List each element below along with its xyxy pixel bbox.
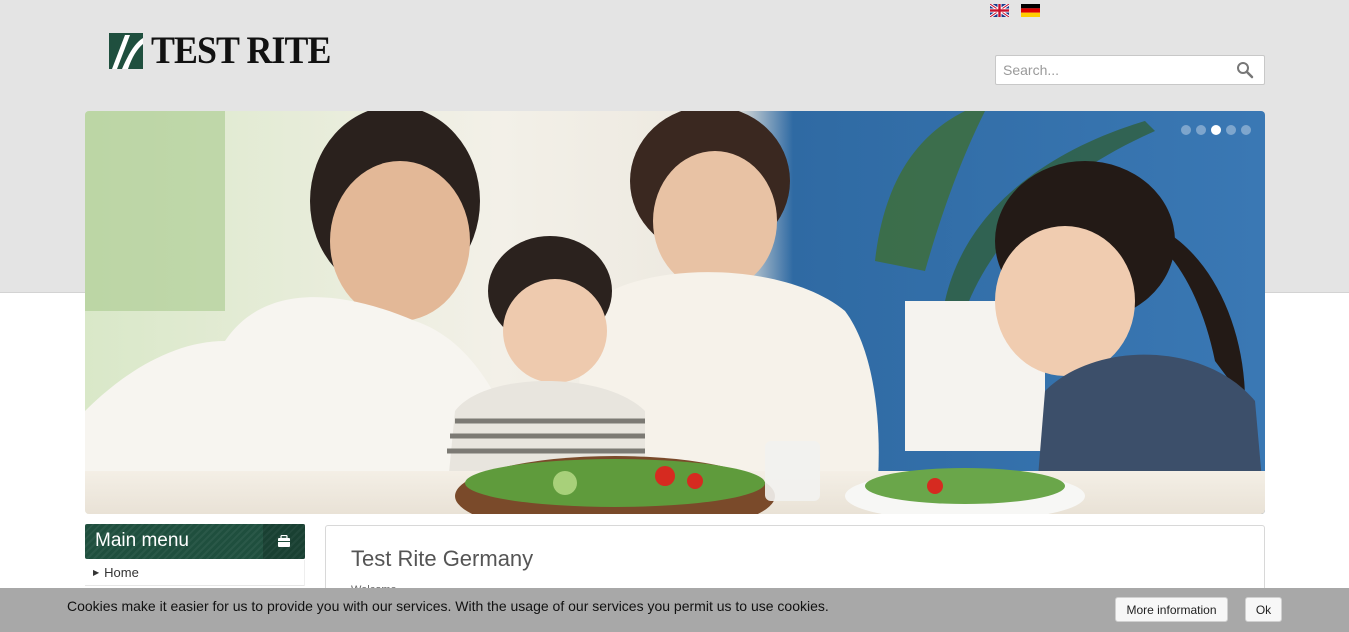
main-menu-list: ▶ Home (85, 560, 305, 586)
slider-dot[interactable] (1196, 125, 1206, 135)
cookie-message: Cookies make it easier for us to provide… (67, 598, 829, 614)
more-information-button[interactable]: More information (1115, 597, 1228, 622)
brand-logo[interactable]: TEST RITE (109, 29, 346, 72)
cookie-consent-bar: Cookies make it easier for us to provide… (0, 588, 1349, 632)
search-icon[interactable] (1236, 61, 1254, 79)
menu-item-label: Home (104, 565, 139, 580)
menu-toggle-button[interactable] (263, 524, 305, 559)
search-box (995, 55, 1265, 85)
slider-pagination (1181, 125, 1251, 135)
ok-button[interactable]: Ok (1245, 597, 1282, 622)
uk-flag-icon[interactable] (990, 4, 1009, 17)
logo-text: TEST RITE (151, 29, 331, 72)
slider-dot[interactable] (1181, 125, 1191, 135)
logo-mark-icon (109, 33, 143, 69)
menu-item-home[interactable]: ▶ Home (85, 560, 304, 586)
main-menu-title: Main menu (95, 530, 189, 551)
menu-box-icon (278, 535, 290, 547)
caret-right-icon: ▶ (93, 568, 100, 577)
page-title: Test Rite Germany (351, 546, 534, 571)
slider-dot-active[interactable] (1211, 125, 1221, 135)
slider-dot[interactable] (1241, 125, 1251, 135)
slider-dot[interactable] (1226, 125, 1236, 135)
germany-flag-icon[interactable] (1021, 4, 1040, 17)
search-input[interactable] (996, 56, 1226, 84)
main-menu-header: Main menu (85, 524, 305, 559)
family-eating-salad-photo (85, 111, 1265, 514)
hero-slider[interactable] (85, 111, 1265, 514)
language-switcher (990, 4, 1040, 17)
